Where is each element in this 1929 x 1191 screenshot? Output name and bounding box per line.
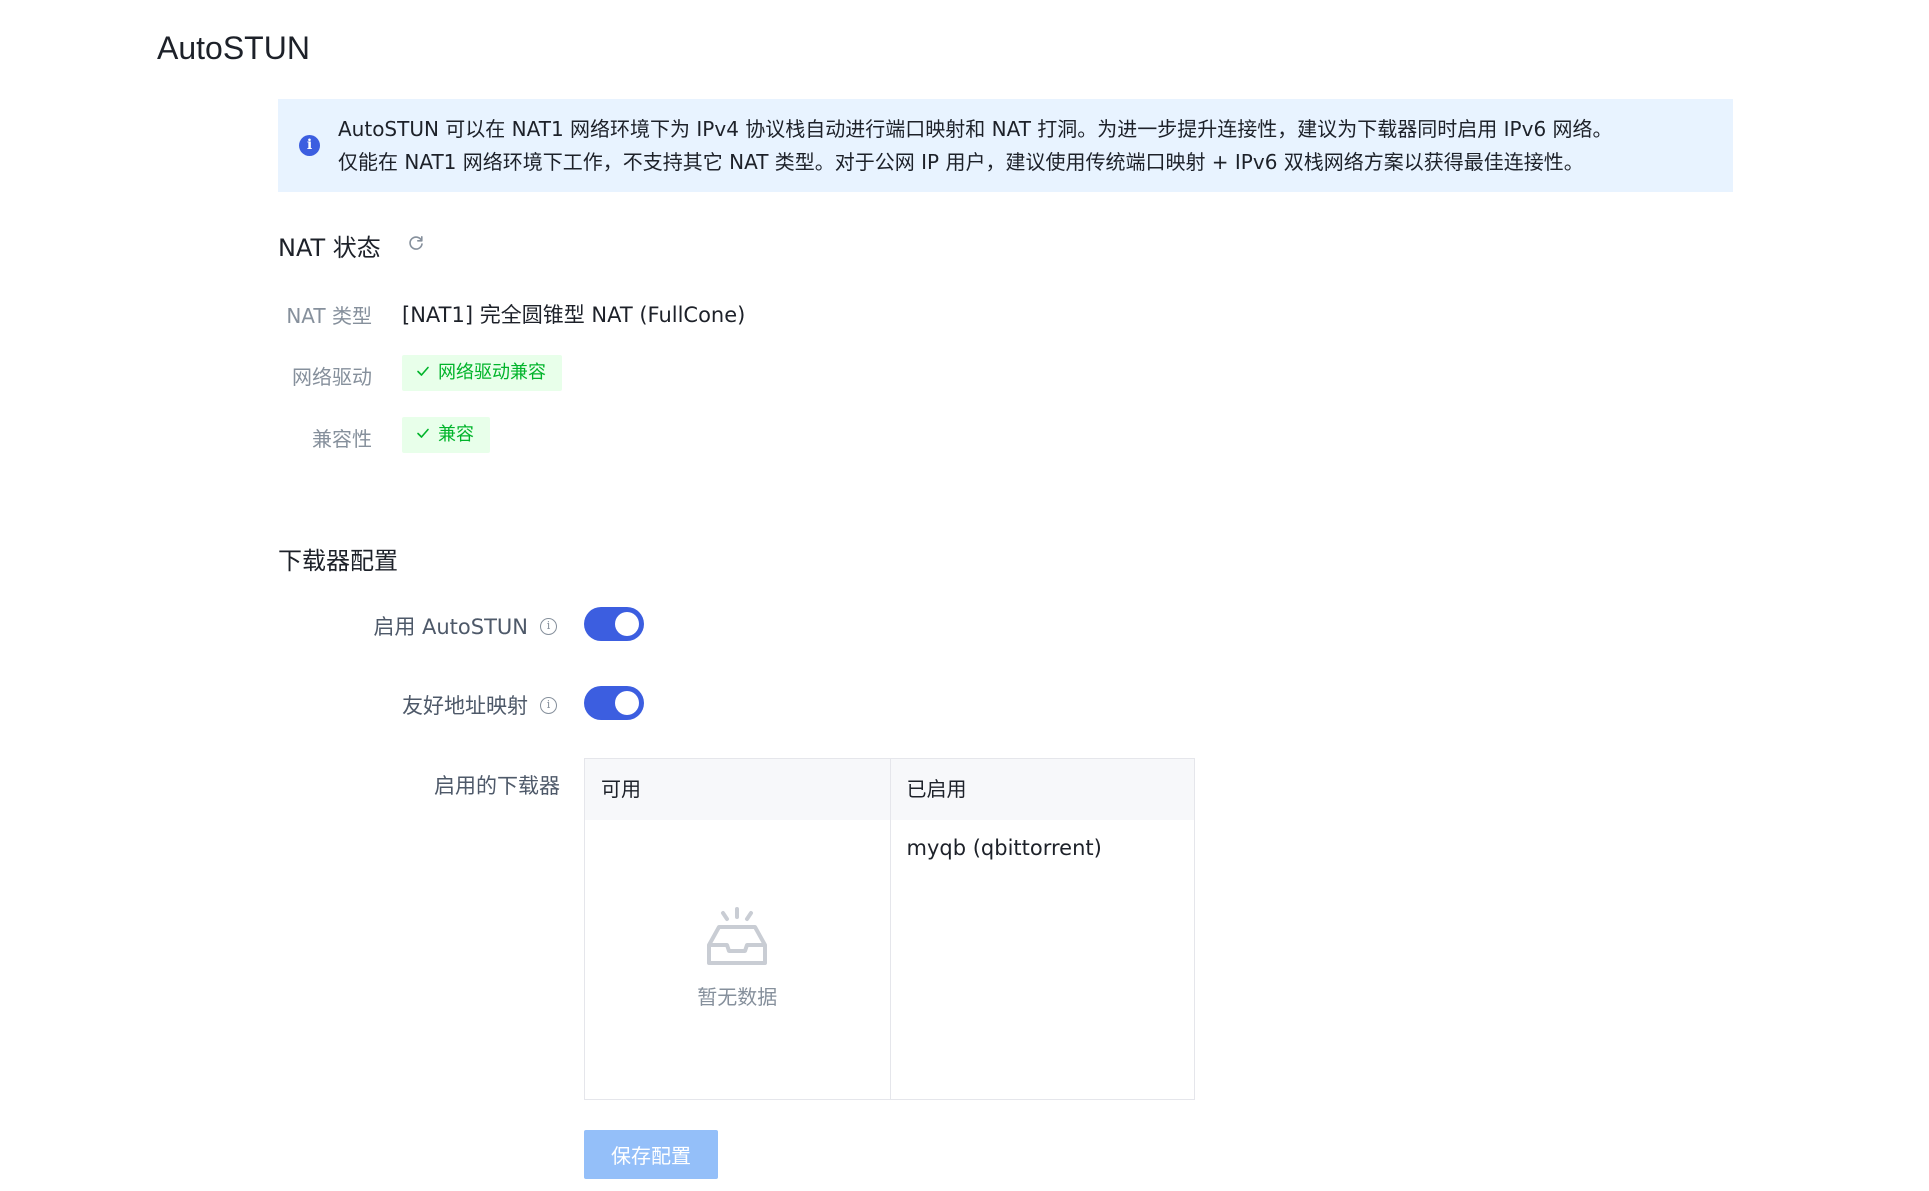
friendly-mapping-label: 友好地址映射 i xyxy=(402,690,557,720)
network-driver-tag: 网络驱动兼容 xyxy=(402,355,562,391)
compatibility-label: 兼容性 xyxy=(312,427,372,451)
network-driver-label: 网络驱动 xyxy=(292,365,372,389)
refresh-icon[interactable] xyxy=(406,233,426,253)
transfer-enabled-panel: 已启用 myqb (qbittorrent) xyxy=(889,759,1195,1099)
autostun-page: AutoSTUN i AutoSTUN 可以在 NAT1 网络环境下为 IPv4… xyxy=(0,0,1929,1191)
friendly-mapping-switch[interactable] xyxy=(584,686,644,720)
info-alert: i AutoSTUN 可以在 NAT1 网络环境下为 IPv4 协议栈自动进行端… xyxy=(278,99,1733,192)
check-icon xyxy=(417,366,429,376)
empty-text: 暂无数据 xyxy=(697,985,778,1009)
enable-autostun-label: 启用 AutoSTUN i xyxy=(373,611,557,641)
downloader-transfer: 可用 暂无数据 已启用 myqb (qbittorrent) xyxy=(584,758,1195,1100)
info-icon[interactable]: i xyxy=(540,696,557,714)
nat-status-title: NAT 状态 xyxy=(278,234,381,262)
nat-type-label: NAT 类型 xyxy=(286,304,372,328)
compatibility-tag: 兼容 xyxy=(402,417,490,453)
enable-autostun-label-text: 启用 AutoSTUN xyxy=(373,615,528,639)
empty-state: 暂无数据 xyxy=(585,907,890,1010)
info-icon: i xyxy=(299,135,320,156)
nat-type-value: [NAT1] 完全圆锥型 NAT (FullCone) xyxy=(402,303,746,327)
transfer-enabled-item[interactable]: myqb (qbittorrent) xyxy=(891,820,1195,876)
switch-knob xyxy=(615,612,639,636)
transfer-available-panel: 可用 暂无数据 xyxy=(585,759,890,1099)
compatibility-tag-text: 兼容 xyxy=(438,424,474,445)
check-icon xyxy=(417,428,429,438)
save-config-button[interactable]: 保存配置 xyxy=(584,1130,718,1179)
network-driver-tag-text: 网络驱动兼容 xyxy=(438,362,546,383)
transfer-enabled-header: 已启用 xyxy=(890,759,1194,820)
downloader-config-title: 下载器配置 xyxy=(278,547,398,575)
enable-autostun-switch[interactable] xyxy=(584,607,644,641)
enabled-downloaders-label: 启用的下载器 xyxy=(434,774,560,798)
alert-line-1: AutoSTUN 可以在 NAT1 网络环境下为 IPv4 协议栈自动进行端口映… xyxy=(338,117,1613,141)
transfer-available-header: 可用 xyxy=(585,759,890,820)
empty-inbox-icon xyxy=(707,907,768,965)
switch-knob xyxy=(615,691,639,715)
page-title: AutoSTUN xyxy=(157,30,310,66)
friendly-mapping-label-text: 友好地址映射 xyxy=(402,694,528,718)
alert-line-2: 仅能在 NAT1 网络环境下工作，不支持其它 NAT 类型。对于公网 IP 用户… xyxy=(338,150,1584,174)
info-icon[interactable]: i xyxy=(540,617,557,635)
